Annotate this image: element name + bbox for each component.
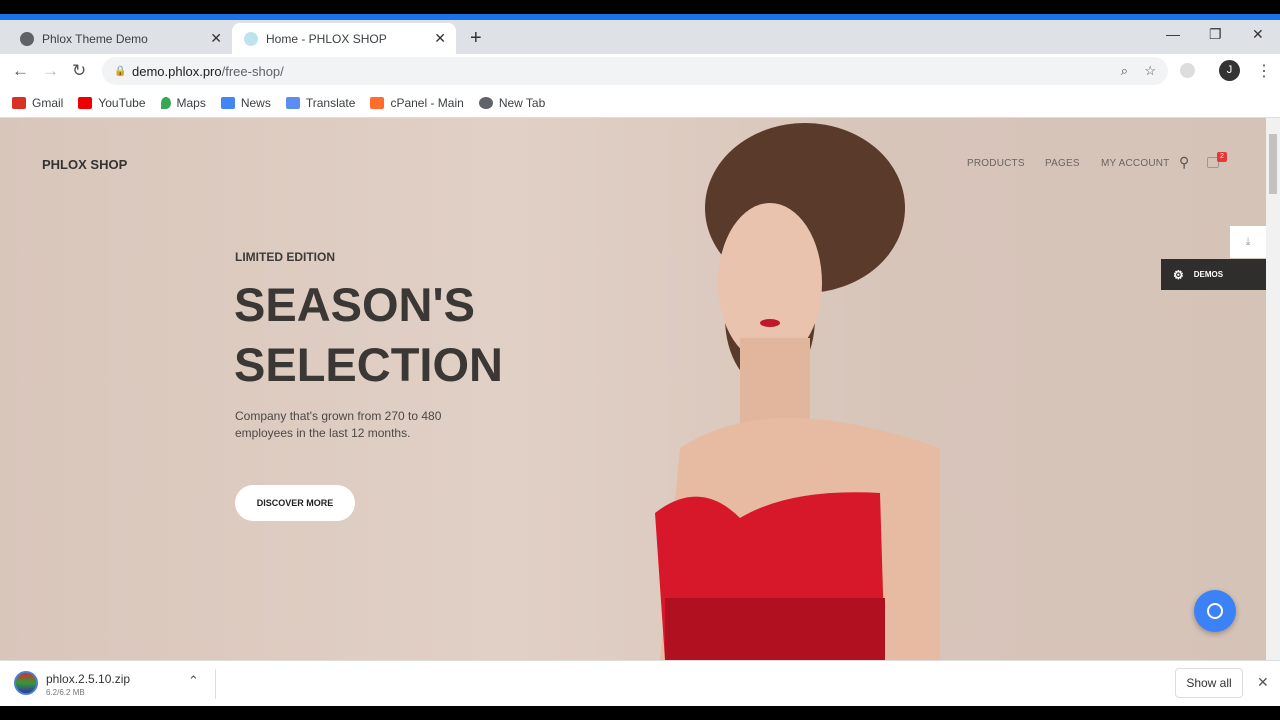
address-bar[interactable]: 🔒 demo.phlox.pro/free-shop/ ⌕ ☆ xyxy=(102,57,1168,85)
hero-description: Company that's grown from 270 to 480 emp… xyxy=(235,409,442,440)
menu-kebab-icon[interactable]: ⋮ xyxy=(1256,61,1272,81)
extension-icon[interactable] xyxy=(1180,63,1195,78)
search-icon[interactable]: ⚲ xyxy=(1179,154,1189,171)
restore-button[interactable]: ❐ xyxy=(1209,26,1222,43)
tab-phlox-theme-demo[interactable]: Phlox Theme Demo ✕ xyxy=(8,23,232,54)
youtube-icon xyxy=(78,96,93,109)
page-scrollbar[interactable] xyxy=(1266,118,1280,660)
url-path: /free-shop/ xyxy=(221,63,284,79)
bookmarks-bar: Gmail YouTube Maps News Translate cPanel… xyxy=(0,88,1280,118)
bookmark-cpanel[interactable]: cPanel - Main xyxy=(370,95,464,110)
bookmark-label: News xyxy=(240,95,271,110)
bookmark-new-tab[interactable]: New Tab xyxy=(478,95,546,110)
translate-icon xyxy=(285,96,300,109)
close-tab-icon[interactable]: ✕ xyxy=(434,30,446,47)
tab-strip: Phlox Theme Demo ✕ Home - PHLOX SHOP ✕ +… xyxy=(0,20,1280,54)
tab-label: Home - PHLOX SHOP xyxy=(266,31,387,46)
minimize-button[interactable]: — xyxy=(1166,26,1180,42)
hero-title: SEASON'S SELECTION xyxy=(234,275,503,395)
maps-icon xyxy=(160,96,171,109)
bookmark-translate[interactable]: Translate xyxy=(285,95,356,110)
new-tab-button[interactable]: + xyxy=(470,27,482,50)
profile-avatar[interactable]: J xyxy=(1219,60,1240,81)
chevron-up-icon[interactable]: ⌃ xyxy=(188,673,199,689)
browser-toolbar: ← → ↻ 🔒 demo.phlox.pro/free-shop/ ⌕ ☆ J … xyxy=(0,54,1280,88)
show-all-button[interactable]: Show all xyxy=(1175,668,1243,698)
discover-more-button[interactable]: DISCOVER MORE xyxy=(235,485,355,521)
close-downloads-icon[interactable]: ✕ xyxy=(1257,674,1269,691)
gmail-icon xyxy=(12,96,26,109)
nav-pages[interactable]: PAGES xyxy=(1045,158,1080,169)
hero-title-line-2: SELECTION xyxy=(234,338,503,391)
cart-count-badge: 2 xyxy=(1217,152,1227,162)
tab-label: Phlox Theme Demo xyxy=(42,31,148,46)
bookmark-label: Gmail xyxy=(32,95,64,110)
news-icon xyxy=(220,96,235,109)
zip-archive-icon xyxy=(14,671,38,695)
nav-products[interactable]: PRODUCTS xyxy=(967,158,1025,169)
demos-label: DEMOS xyxy=(1193,270,1224,279)
downloads-bar: phlox.2.5.10.zip 6.2/6.2 MB ⌃ Show all ✕ xyxy=(0,660,1280,706)
chat-support-button[interactable] xyxy=(1194,590,1236,632)
bookmark-star-icon[interactable]: ☆ xyxy=(1144,63,1156,79)
bookmark-maps[interactable]: Maps xyxy=(160,95,206,110)
url-host: demo.phlox.pro xyxy=(132,63,222,79)
gear-icon: ⚙ xyxy=(1173,267,1184,282)
zoom-icon[interactable]: ⌕ xyxy=(1121,63,1128,79)
download-icon: ⤓ xyxy=(1245,236,1251,248)
reload-button[interactable]: ↻ xyxy=(72,61,86,81)
nav-my-account[interactable]: MY ACCOUNT xyxy=(1101,158,1170,169)
bookmark-gmail[interactable]: Gmail xyxy=(12,96,63,110)
hero-section: PHLOX SHOP PRODUCTS PAGES MY ACCOUNT ⚲ 2… xyxy=(0,118,1266,660)
bookmark-label: cPanel - Main xyxy=(390,95,464,110)
bookmark-label: New Tab xyxy=(498,95,546,110)
bookmark-label: YouTube xyxy=(98,95,146,110)
hero-model-image xyxy=(655,123,940,660)
hero-title-line-1: SEASON'S xyxy=(234,278,476,331)
lock-icon: 🔒 xyxy=(114,65,127,77)
scrollbar-thumb[interactable] xyxy=(1269,134,1277,194)
screen-top-border xyxy=(0,0,1280,14)
bookmark-label: Maps xyxy=(176,95,206,110)
hero-eyebrow: LIMITED EDITION xyxy=(235,250,335,264)
globe-icon xyxy=(478,96,493,109)
bookmark-news[interactable]: News xyxy=(220,95,271,110)
tab-home-phlox-shop[interactable]: Home - PHLOX SHOP ✕ xyxy=(232,23,456,54)
cpanel-icon xyxy=(370,96,385,109)
divider xyxy=(215,669,216,699)
chat-icon xyxy=(1207,603,1223,619)
download-file-name[interactable]: phlox.2.5.10.zip xyxy=(46,672,130,686)
bookmark-label: Translate xyxy=(305,95,356,110)
site-favicon-icon xyxy=(244,31,258,46)
demos-button[interactable]: ⚙ DEMOS xyxy=(1161,259,1266,290)
close-window-button[interactable]: ✕ xyxy=(1252,26,1264,43)
download-file-size: 6.2/6.2 MB xyxy=(46,688,85,697)
screen-bottom-border xyxy=(0,706,1280,720)
download-side-button[interactable]: ⤓ xyxy=(1230,226,1266,258)
globe-icon xyxy=(20,31,34,46)
forward-button[interactable]: → xyxy=(42,61,59,81)
bookmark-youtube[interactable]: YouTube xyxy=(78,95,146,110)
site-logo[interactable]: PHLOX SHOP xyxy=(42,157,127,172)
back-button[interactable]: ← xyxy=(12,61,29,81)
close-tab-icon[interactable]: ✕ xyxy=(210,30,222,47)
